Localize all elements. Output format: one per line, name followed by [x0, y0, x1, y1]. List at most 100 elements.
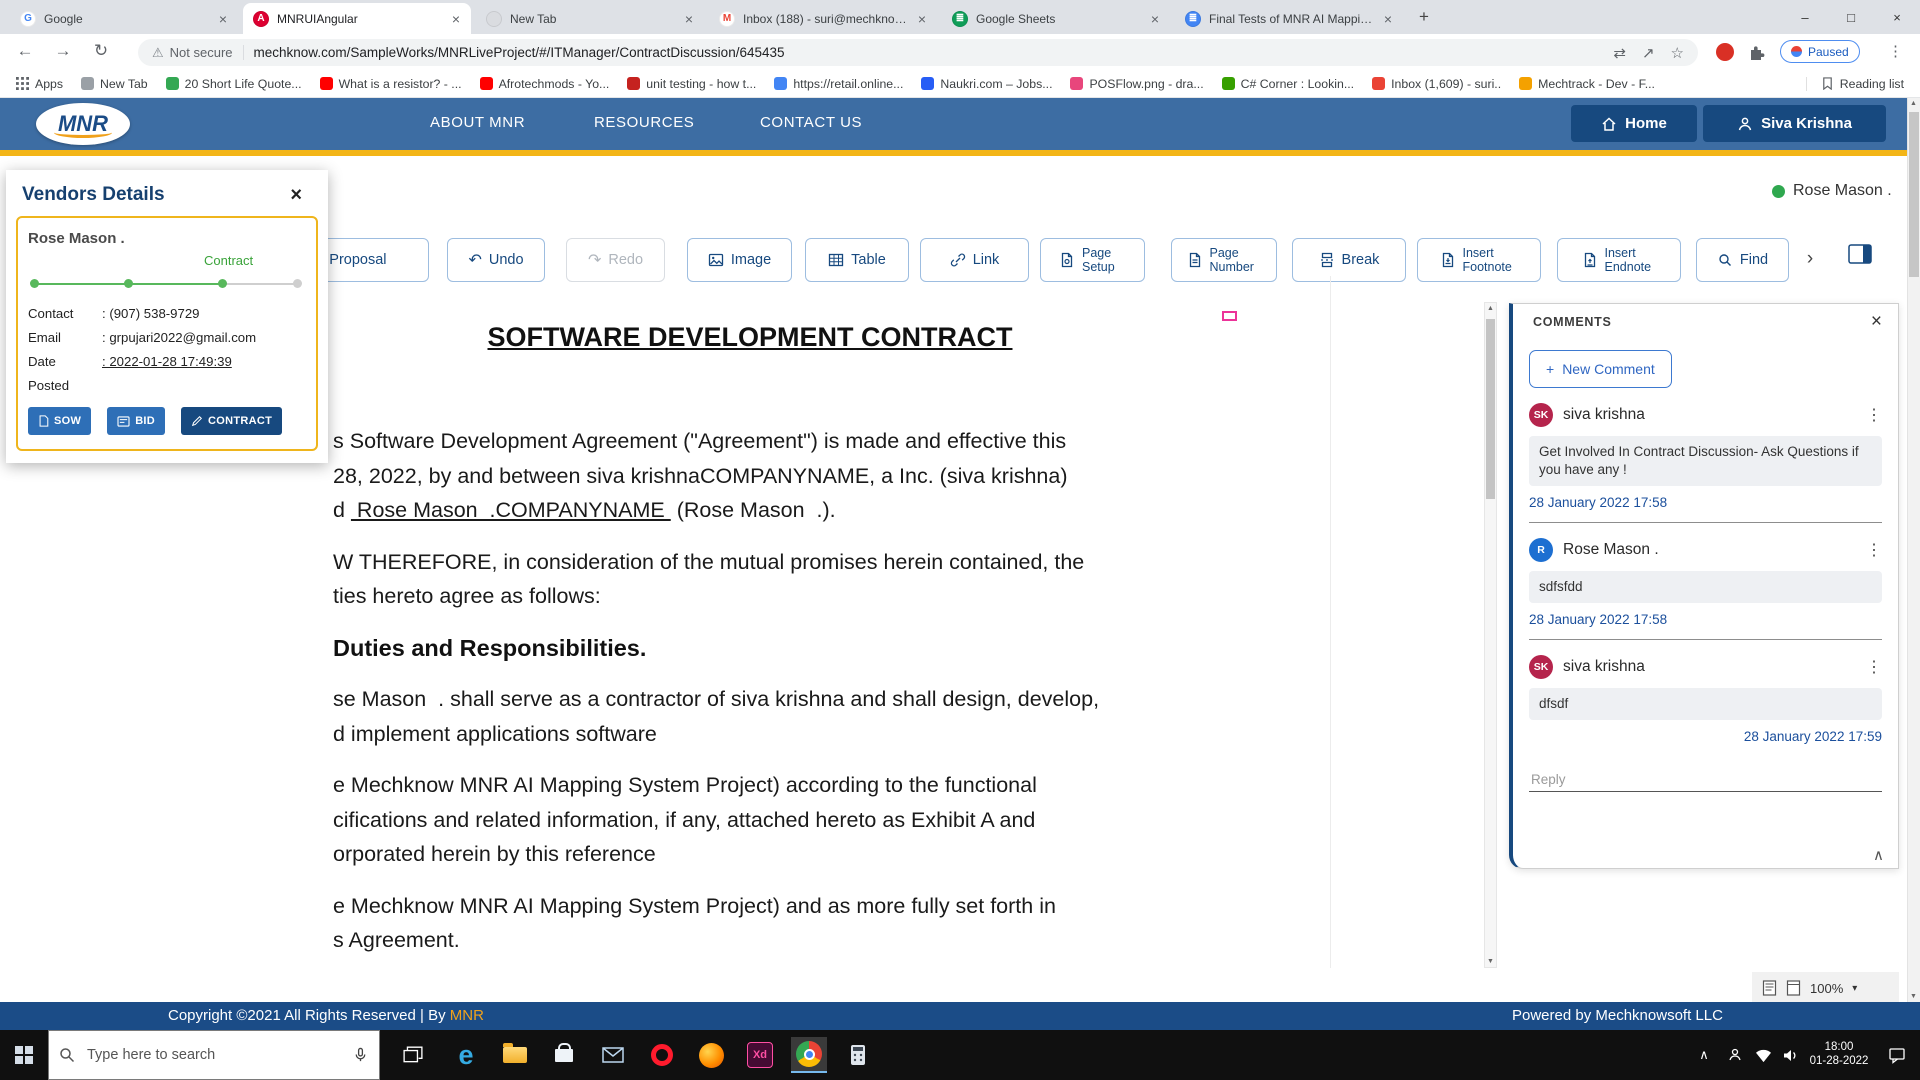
toolbar-redo-button[interactable]: ↷ Redo — [566, 238, 665, 282]
tab-google-docs[interactable]: ≣ Final Tests of MNR AI Mapping S × — [1175, 3, 1403, 34]
contract-button[interactable]: CONTRACT — [181, 407, 282, 435]
tab-close-icon[interactable]: × — [216, 11, 230, 27]
bookmark-item[interactable]: C# Corner : Lookin... — [1222, 77, 1354, 91]
slider-dot-sow[interactable] — [30, 279, 39, 288]
toolbar-find-button[interactable]: Find — [1696, 238, 1789, 282]
toolbar-break-button[interactable]: Break — [1292, 238, 1406, 282]
vendors-close-icon[interactable]: × — [290, 184, 302, 207]
network-icon[interactable] — [1750, 1030, 1776, 1080]
tray-expand-chevron-icon[interactable]: ∧ — [1692, 1030, 1716, 1080]
start-button[interactable] — [0, 1030, 48, 1080]
tab-close-icon[interactable]: × — [1381, 11, 1395, 27]
notification-center-icon[interactable] — [1882, 1030, 1912, 1080]
bookmark-item[interactable]: 20 Short Life Quote... — [166, 77, 302, 91]
tab-close-icon[interactable]: × — [682, 11, 696, 27]
toolbar-insert-endnote-button[interactable]: Insert Endnote — [1557, 238, 1681, 282]
volume-icon[interactable] — [1778, 1030, 1804, 1080]
toolbar-table-button[interactable]: Table — [805, 238, 909, 282]
apps-shortcut[interactable]: Apps — [16, 77, 63, 91]
page-scrollbar-thumb[interactable] — [1909, 112, 1919, 277]
tab-close-icon[interactable]: × — [915, 11, 929, 27]
tab-new-tab[interactable]: New Tab × — [476, 3, 704, 34]
window-maximize-button[interactable]: □ — [1828, 0, 1874, 34]
microphone-icon[interactable] — [352, 1047, 369, 1064]
mnr-logo[interactable]: MNR — [36, 103, 130, 145]
document-scrollbar[interactable]: ▲ ▼ — [1484, 302, 1497, 968]
bookmark-item[interactable]: Inbox (1,609) - suri.. — [1372, 77, 1501, 91]
comment-menu-icon[interactable]: ⋮ — [1866, 405, 1882, 425]
toolbar-page-number-button[interactable]: Page Number — [1171, 238, 1277, 282]
task-view-button[interactable] — [396, 1039, 430, 1071]
taskbar-search[interactable] — [48, 1030, 380, 1080]
extensions-puzzle-icon[interactable] — [1748, 43, 1766, 66]
toolbar-insert-footnote-button[interactable]: Insert Footnote — [1417, 238, 1541, 282]
print-layout-icon[interactable] — [1762, 980, 1777, 996]
toolbar-overflow-chevron-icon[interactable]: › — [1797, 247, 1823, 273]
toolbar-link-button[interactable]: Link — [920, 238, 1029, 282]
page-scroll-down-icon[interactable]: ▼ — [1908, 993, 1919, 1000]
slider-dot-contract[interactable] — [218, 279, 227, 288]
omnibox[interactable]: ⚠ Not secure mechknow.com/SampleWorks/MN… — [138, 39, 1698, 66]
tab-gmail-inbox[interactable]: M Inbox (188) - suri@mechknowso × — [709, 3, 937, 34]
forward-icon[interactable]: → — [50, 41, 76, 61]
translate-icon[interactable]: ⇄ — [1613, 44, 1626, 62]
bookmark-item[interactable]: Naukri.com – Jobs... — [921, 77, 1052, 91]
reply-input[interactable] — [1529, 768, 1882, 792]
toolbar-undo-button[interactable]: ↶ Undo — [447, 238, 545, 282]
firefox-app-icon[interactable] — [693, 1037, 729, 1073]
bookmark-item[interactable]: New Tab — [81, 77, 148, 91]
share-icon[interactable]: ↗ — [1642, 44, 1655, 62]
opera-app-icon[interactable] — [644, 1037, 680, 1073]
security-label[interactable]: Not secure — [170, 45, 233, 60]
comment-menu-icon[interactable]: ⋮ — [1866, 540, 1882, 560]
search-input[interactable] — [85, 1046, 343, 1064]
window-minimize-button[interactable]: – — [1782, 0, 1828, 34]
reading-list[interactable]: Reading list — [1806, 77, 1904, 91]
home-button[interactable]: Home — [1571, 105, 1697, 142]
bookmark-item[interactable]: unit testing - how t... — [627, 77, 756, 91]
browser-menu-icon[interactable]: ⋮ — [1888, 42, 1903, 60]
adobe-xd-app-icon[interactable]: Xd — [742, 1037, 778, 1073]
comment-anchor-marker[interactable] — [1222, 311, 1237, 321]
bookmark-item[interactable]: https://retail.online... — [774, 77, 903, 91]
new-comment-button[interactable]: + New Comment — [1529, 350, 1672, 388]
side-panel-toggle-icon[interactable] — [1848, 244, 1872, 269]
toolbar-image-button[interactable]: Image — [687, 238, 792, 282]
tab-google-sheets[interactable]: ≣ Google Sheets × — [942, 3, 1170, 34]
scroll-up-icon[interactable]: ▲ — [1485, 305, 1496, 312]
bookmark-star-icon[interactable]: ☆ — [1671, 44, 1684, 62]
comment-menu-icon[interactable]: ⋮ — [1866, 657, 1882, 677]
tab-google[interactable]: G Google × — [10, 3, 238, 34]
slider-dot-bid[interactable] — [124, 279, 133, 288]
tab-close-icon[interactable]: × — [449, 11, 463, 27]
extension-icon[interactable] — [1716, 43, 1734, 61]
reload-icon[interactable]: ↻ — [88, 41, 114, 61]
bookmark-item[interactable]: Mechtrack - Dev - F... — [1519, 77, 1655, 91]
tab-mnruiangular[interactable]: A MNRUIAngular × — [243, 3, 471, 34]
nav-about-mnr[interactable]: ABOUT MNR — [430, 114, 525, 131]
nav-contact-us[interactable]: CONTACT US — [760, 114, 862, 131]
clock[interactable]: 18:00 01-28-2022 — [1806, 1040, 1872, 1068]
web-layout-icon[interactable] — [1786, 980, 1801, 996]
back-icon[interactable]: ← — [12, 41, 38, 61]
zoom-level[interactable]: 100% — [1810, 981, 1843, 996]
mail-app-icon[interactable] — [595, 1037, 631, 1073]
sow-button[interactable]: SOW — [28, 407, 91, 435]
store-app-icon[interactable] — [546, 1037, 582, 1073]
document-body[interactable]: s Software Development Agreement ("Agree… — [333, 424, 1099, 975]
new-tab-button[interactable]: + — [1412, 6, 1436, 30]
bookmark-item[interactable]: What is a resistor? - ... — [320, 77, 462, 91]
comments-close-icon[interactable]: × — [1871, 311, 1882, 333]
chrome-app-icon[interactable] — [791, 1037, 827, 1073]
nav-resources[interactable]: RESOURCES — [594, 114, 694, 131]
url-text[interactable]: mechknow.com/SampleWorks/MNRLiveProject/… — [254, 45, 785, 60]
page-scroll-up-icon[interactable]: ▲ — [1908, 100, 1919, 107]
bid-button[interactable]: BID — [107, 407, 165, 435]
file-explorer-app-icon[interactable] — [497, 1037, 533, 1073]
tray-people-icon[interactable] — [1722, 1030, 1748, 1080]
zoom-caret-icon[interactable]: ▾ — [1852, 983, 1857, 994]
calculator-app-icon[interactable] — [840, 1037, 876, 1073]
vendor-stage-slider[interactable] — [30, 278, 304, 290]
toolbar-page-setup-button[interactable]: Page Setup — [1040, 238, 1145, 282]
sync-paused-badge[interactable]: Paused — [1780, 40, 1860, 63]
